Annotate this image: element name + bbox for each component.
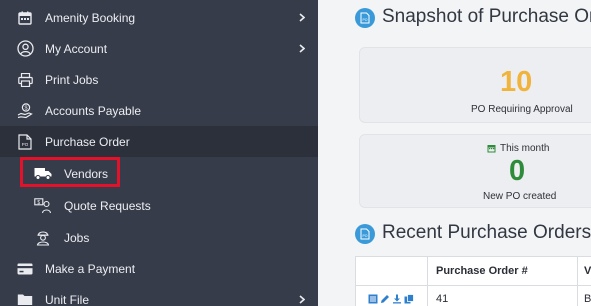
table-header-po-number[interactable]: Purchase Order # — [428, 257, 578, 285]
po-document-icon: PO — [355, 8, 375, 28]
chevron-right-icon — [298, 295, 306, 305]
table-cell-po-number[interactable]: 41 — [428, 286, 578, 306]
worker-icon — [32, 227, 54, 249]
new-po-count: 0 — [509, 155, 526, 187]
sidebar-item-label: Unit File — [45, 292, 90, 306]
table-cell-vendor: Be — [584, 293, 591, 305]
sidebar-item-label: Accounts Payable — [45, 103, 142, 118]
quote-user-icon: $ — [32, 195, 54, 217]
period-text: This month — [500, 143, 550, 154]
sidebar-item-label: Purchase Order — [45, 134, 130, 149]
edit-icon[interactable] — [380, 294, 390, 304]
po-approval-count: 10 — [500, 66, 533, 98]
page-title: Snapshot of Purchase Orders — [382, 6, 591, 27]
sidebar-item-accounts-payable[interactable]: $ Accounts Payable — [0, 95, 318, 126]
printer-icon — [14, 69, 36, 91]
sidebar-item-purchase-order[interactable]: PO Purchase Order — [0, 126, 318, 157]
download-icon[interactable] — [392, 294, 402, 304]
po-approval-card[interactable]: 10 PO Requiring Approval — [359, 47, 591, 123]
sidebar-item-label: Make a Payment — [45, 261, 136, 276]
calendar-icon — [14, 7, 36, 29]
user-circle-icon — [14, 38, 36, 60]
sidebar-item-label: Amenity Booking — [45, 10, 136, 25]
sidebar-item-amenity-booking[interactable]: Amenity Booking — [0, 2, 318, 33]
copy-icon[interactable] — [404, 294, 414, 304]
view-icon[interactable] — [368, 294, 378, 304]
money-hand-icon: $ — [14, 100, 36, 122]
sidebar-item-label: Jobs — [64, 230, 90, 245]
svg-text:$: $ — [24, 105, 27, 111]
recent-po-table: Purchase Order # Ve 41 Be — [355, 256, 591, 306]
svg-text:$: $ — [37, 199, 40, 205]
table-header-actions — [356, 257, 428, 285]
sidebar-item-my-account[interactable]: My Account — [0, 33, 318, 64]
sidebar-item-label: Quote Requests — [64, 198, 151, 213]
period-label: This month — [487, 143, 549, 154]
table-row-actions — [356, 286, 428, 306]
sidebar-subitem-quote-requests[interactable]: $ Quote Requests — [0, 190, 318, 221]
po-document-icon: PO — [355, 224, 375, 244]
sidebar-item-print-jobs[interactable]: Print Jobs — [0, 64, 318, 95]
sidebar-item-label: Print Jobs — [45, 72, 99, 87]
svg-text:PO: PO — [362, 18, 367, 22]
svg-text:PO: PO — [22, 142, 29, 147]
chevron-right-icon — [298, 44, 306, 54]
table-header-vendor[interactable]: Ve — [578, 257, 591, 285]
credit-card-icon — [14, 258, 36, 280]
main-content: PO Snapshot of Purchase Orders 10 PO Req… — [318, 0, 591, 306]
po-document-icon: PO — [14, 131, 36, 153]
new-po-caption: New PO created — [483, 191, 557, 202]
sidebar-item-make-a-payment[interactable]: Make a Payment — [0, 253, 318, 284]
po-approval-caption: PO Requiring Approval — [471, 104, 573, 115]
vendors-highlight-box — [20, 157, 120, 187]
calendar-icon — [487, 144, 496, 153]
new-po-card[interactable]: This month 0 New PO created — [359, 134, 591, 208]
sidebar-item-label: My Account — [45, 41, 108, 56]
folder-icon — [14, 289, 36, 306]
sidebar: Amenity Booking My Account Print Jobs $ … — [0, 0, 318, 306]
svg-text:PO: PO — [362, 234, 367, 238]
chevron-right-icon — [298, 13, 306, 23]
sidebar-subitem-jobs[interactable]: Jobs — [0, 222, 318, 253]
sidebar-item-unit-file[interactable]: Unit File — [0, 284, 318, 306]
section-title: Recent Purchase Orders — [382, 222, 591, 243]
